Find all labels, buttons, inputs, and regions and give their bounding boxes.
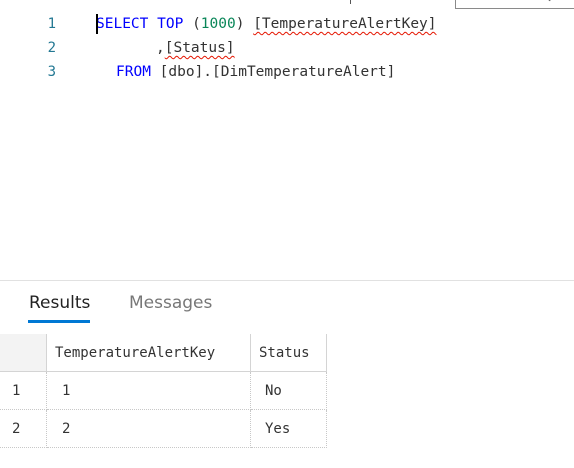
code-line-2[interactable]: 2 ,[Status] xyxy=(0,36,235,60)
comma: , xyxy=(156,40,165,56)
scroll-mark xyxy=(350,0,351,4)
column-identifier: [Status] xyxy=(164,40,235,56)
keyword-from: FROM xyxy=(116,64,151,80)
code-text[interactable]: SELECT TOP (1000) [TemperatureAlertKey] xyxy=(96,12,437,36)
table-cell[interactable]: 2 xyxy=(47,410,251,448)
row-number[interactable]: 2 xyxy=(0,410,47,448)
table-cell[interactable]: 1 xyxy=(47,372,251,410)
paren-close: ) xyxy=(235,16,245,32)
keyword-top: TOP xyxy=(157,16,184,32)
query-editor[interactable]: 1 SELECT TOP (1000) [TemperatureAlertKey… xyxy=(0,0,574,280)
row-number[interactable]: 1 xyxy=(0,372,47,410)
table-cell[interactable]: No xyxy=(251,372,327,410)
column-identifier: [TemperatureAlertKey] xyxy=(253,16,437,32)
line-number: 1 xyxy=(47,16,56,32)
code-line-3[interactable]: 3 FROM [dbo].[DimTemperatureAlert] xyxy=(0,60,396,84)
tab-active-indicator xyxy=(28,320,90,323)
code-line-1[interactable]: 1 SELECT TOP (1000) [TemperatureAlertKey… xyxy=(0,12,437,36)
line-number: 2 xyxy=(47,40,56,56)
grid-corner-header[interactable] xyxy=(0,334,47,372)
editor-overlay-box xyxy=(455,0,574,9)
column-header-status[interactable]: Status xyxy=(251,334,327,372)
text-cursor xyxy=(96,14,98,34)
number-literal: 1000 xyxy=(200,16,236,32)
code-text[interactable]: ,[Status] xyxy=(156,36,235,60)
column-header-temperaturealertkey[interactable]: TemperatureAlertKey xyxy=(47,334,251,372)
tab-messages[interactable]: Messages xyxy=(129,293,212,313)
table-cell[interactable]: Yes xyxy=(251,410,327,448)
table-identifier: [dbo].[DimTemperatureAlert] xyxy=(159,64,396,80)
code-text[interactable]: FROM [dbo].[DimTemperatureAlert] xyxy=(116,60,395,84)
line-number: 3 xyxy=(47,64,56,80)
tab-results[interactable]: Results xyxy=(29,293,90,313)
results-tab-bar: Results Messages xyxy=(0,281,574,331)
paren-open: ( xyxy=(192,16,201,32)
keyword-select: SELECT xyxy=(96,16,149,32)
